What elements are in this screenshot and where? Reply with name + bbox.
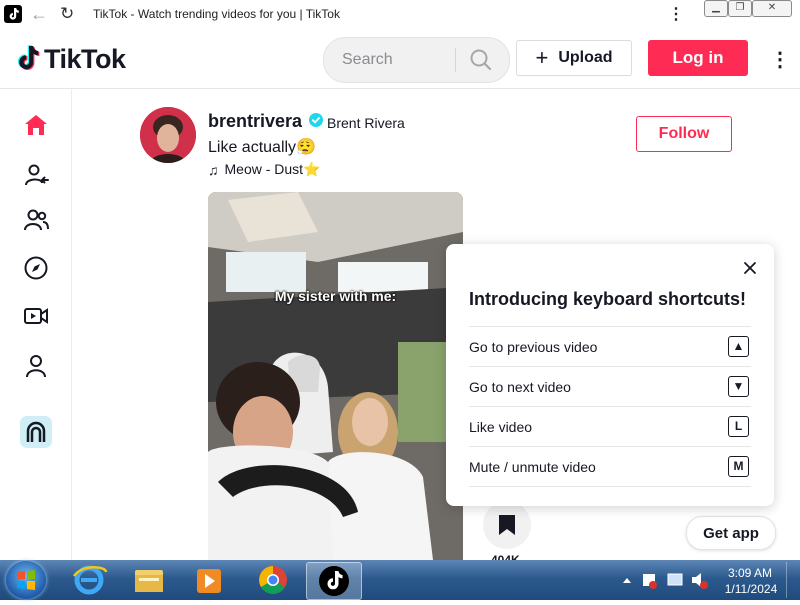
plus-icon: +: [535, 45, 549, 70]
shortcut-label: Go to next video: [469, 379, 571, 395]
compass-icon[interactable]: [22, 254, 50, 282]
shortcut-row: Go to previous video ▲: [469, 326, 751, 367]
video-player[interactable]: My sister with me:: [208, 192, 463, 560]
avatar-image: [140, 107, 196, 163]
verified-badge-icon: [309, 113, 323, 127]
music-title: Meow - Dust⭐: [224, 161, 321, 177]
clock-date[interactable]: 1/11/2024: [722, 582, 780, 596]
keyboard-shortcuts-popup: Introducing keyboard shortcuts! Go to pr…: [446, 244, 774, 506]
get-app-button[interactable]: Get app: [686, 516, 776, 550]
follow-button[interactable]: Follow: [636, 116, 732, 152]
reload-icon[interactable]: ↻: [60, 4, 74, 24]
home-icon[interactable]: [22, 111, 50, 139]
tiktok-taskbar-icon[interactable]: [306, 562, 362, 600]
key-down-icon: ▼: [728, 376, 749, 397]
music-note-icon: ♫: [208, 161, 219, 178]
favorite-count: 404K: [491, 553, 520, 560]
key-l-icon: L: [728, 416, 749, 437]
show-desktop-button[interactable]: [786, 562, 799, 598]
back-arrow-icon[interactable]: ←: [30, 4, 48, 25]
window-controls: ▁ ❐ ✕: [704, 0, 792, 17]
shortcut-row: Mute / unmute video M: [469, 446, 751, 487]
windows-taskbar: [0, 560, 800, 600]
internet-explorer-taskbar-icon[interactable]: [62, 562, 116, 598]
video-overlay-text: My sister with me:: [274, 288, 397, 304]
friends-icon[interactable]: [22, 206, 50, 234]
key-up-icon: ▲: [728, 336, 749, 357]
shortcut-label: Like video: [469, 419, 533, 435]
show-hidden-icons-icon: [623, 578, 631, 583]
close-icon[interactable]: [742, 260, 758, 276]
volume-icon: [692, 573, 701, 587]
clock-time[interactable]: 3:09 AM: [726, 566, 774, 580]
user-follow-icon[interactable]: [22, 161, 50, 189]
close-button[interactable]: ✕: [752, 0, 792, 17]
shortcut-label: Mute / unmute video: [469, 459, 596, 475]
divider: [469, 486, 751, 487]
live-video-icon[interactable]: [22, 302, 50, 330]
username[interactable]: brentrivera: [208, 111, 302, 132]
start-button[interactable]: [6, 561, 46, 599]
search-bar: [323, 37, 510, 83]
login-button[interactable]: Log in: [648, 40, 748, 76]
key-m-icon: M: [728, 456, 749, 477]
shortcut-row: Go to next video ▼: [469, 366, 751, 407]
bookmark-icon: [499, 515, 515, 535]
shortcut-label: Go to previous video: [469, 339, 598, 355]
chrome-taskbar-icon[interactable]: [246, 562, 300, 598]
restore-button[interactable]: ❐: [728, 0, 752, 17]
windows-logo-icon: [17, 570, 35, 590]
video-frame: [208, 192, 463, 560]
system-tray: [618, 560, 718, 600]
search-icon[interactable]: [464, 44, 498, 76]
kebab-menu-icon[interactable]: ⋮: [668, 4, 684, 24]
tiktok-note-icon: [18, 45, 40, 70]
profile-icon[interactable]: [22, 352, 50, 380]
page-title: TikTok - Watch trending videos for you |…: [93, 7, 340, 21]
brand-name: TikTok: [44, 43, 126, 74]
favorite-button[interactable]: [483, 501, 531, 549]
upload-label: Upload: [558, 49, 613, 66]
upload-button[interactable]: + Upload: [516, 40, 632, 76]
more-options-icon[interactable]: ⋮: [770, 47, 790, 71]
popup-title: Introducing keyboard shortcuts!: [469, 289, 747, 309]
display-name: Brent Rivera: [327, 115, 405, 131]
file-explorer-taskbar-icon[interactable]: [122, 562, 176, 598]
avatar[interactable]: [140, 107, 196, 163]
music-link[interactable]: ♫ Meow - Dust⭐: [208, 161, 321, 178]
tiktok-logo[interactable]: TikTok: [14, 42, 126, 76]
search-input[interactable]: [340, 48, 454, 72]
tiktok-favicon-icon: [4, 5, 22, 23]
effect-house-icon[interactable]: [20, 416, 52, 448]
search-divider: [455, 48, 456, 72]
minimize-button[interactable]: ▁: [704, 0, 728, 17]
post-caption: Like actually😮‍💨: [208, 139, 316, 156]
browser-titlebar: ← ↻ TikTok - Watch trending videos for y…: [0, 0, 800, 28]
site-header: TikTok + Upload Log in ⋮: [0, 28, 800, 89]
sidebar: [0, 89, 72, 560]
shortcut-row: Like video L: [469, 406, 751, 447]
media-player-taskbar-icon[interactable]: [182, 562, 236, 598]
